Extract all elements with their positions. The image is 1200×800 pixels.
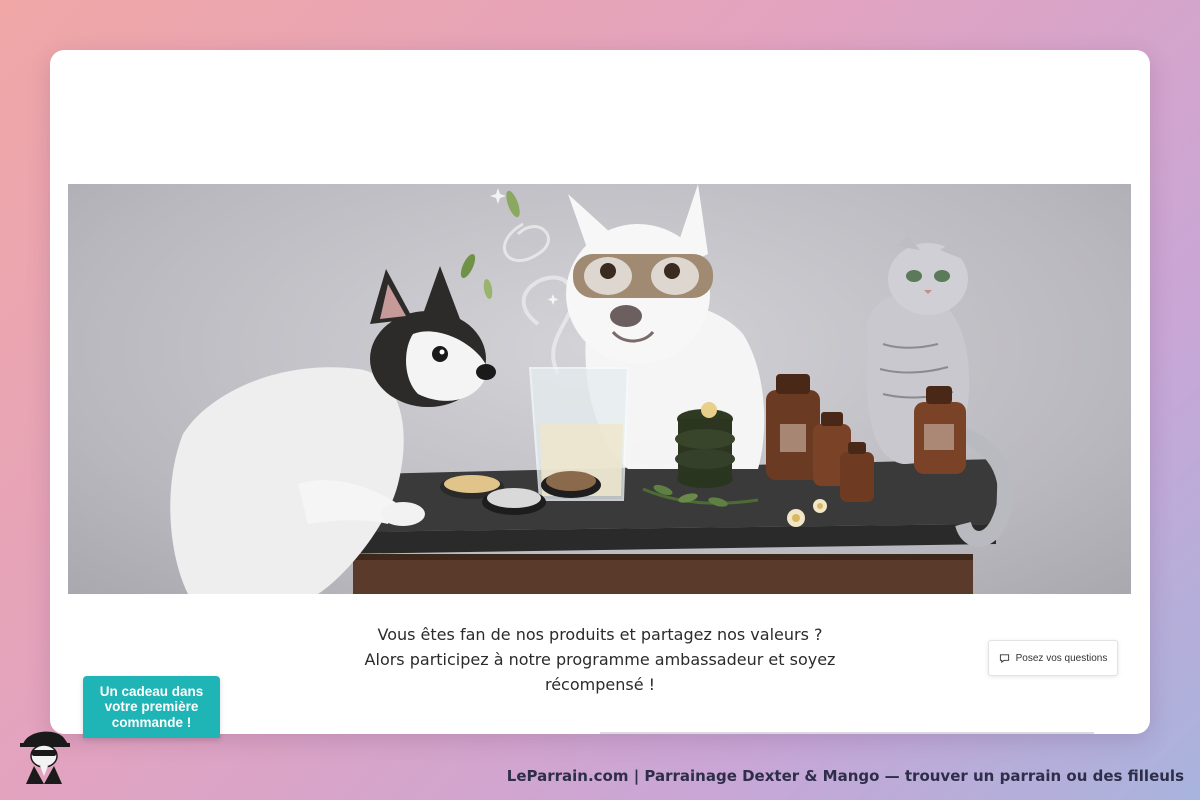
intro-line-1: Vous êtes fan de nos produits et partage… bbox=[377, 625, 823, 644]
ask-questions-button[interactable]: Posez vos questions bbox=[988, 640, 1118, 676]
page-card: Vous êtes fan de nos produits et partage… bbox=[50, 50, 1150, 734]
ambassador-intro-text: Vous êtes fan de nos produits et partage… bbox=[350, 622, 850, 697]
hero-illustration bbox=[68, 184, 1131, 594]
intro-line-2: Alors participez à notre programme ambas… bbox=[364, 650, 836, 669]
gift-offer-button[interactable]: Un cadeau dans votre première commande ! bbox=[83, 676, 220, 738]
spy-mascot-icon bbox=[20, 731, 70, 784]
intro-line-3: récompensé ! bbox=[544, 675, 656, 694]
content-divider bbox=[600, 732, 1094, 734]
ask-questions-label: Posez vos questions bbox=[1015, 652, 1108, 664]
chat-bubble-icon bbox=[999, 653, 1009, 663]
footer-site-title: LeParrain.com | Parrainage Dexter & Mang… bbox=[506, 767, 1184, 785]
gift-offer-label: Un cadeau dans votre première commande ! bbox=[99, 683, 204, 730]
